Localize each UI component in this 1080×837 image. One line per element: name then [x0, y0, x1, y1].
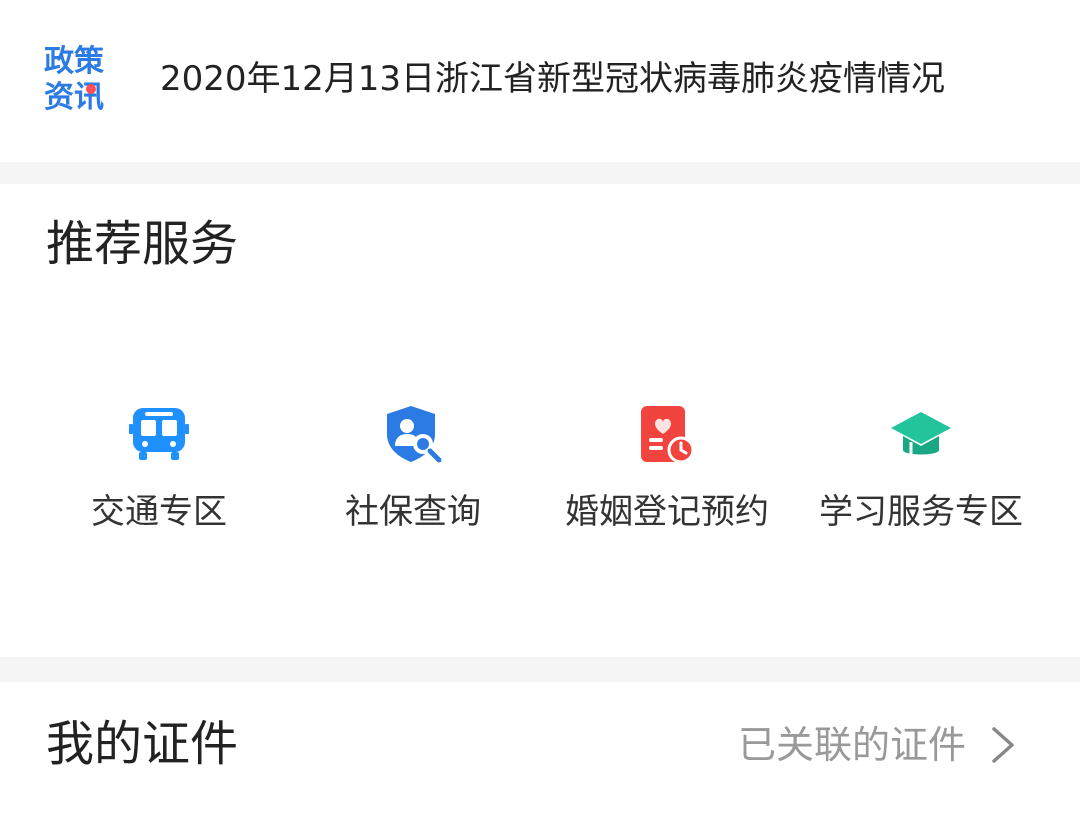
linked-certificates-link[interactable]: 已关联的证件: [738, 720, 1018, 770]
services-grid: 交通专区 社保查询 婚姻登记预约 学习服务专区: [0, 402, 1080, 542]
chevron-right-icon: [992, 727, 1014, 763]
certificates-title: 我的证件: [46, 716, 239, 772]
service-item-social-security[interactable]: 社保查询: [278, 402, 548, 542]
graduation-cap-icon: [891, 412, 951, 455]
service-item-learning[interactable]: 学习服务专区: [786, 402, 1056, 542]
service-label: 学习服务专区: [819, 492, 1023, 532]
shield-search-icon: [387, 406, 442, 463]
bus-icon: [129, 408, 189, 460]
linked-certificates-label: 已关联的证件: [737, 723, 966, 767]
news-headline[interactable]: 2020年12月13日浙江省新型冠状病毒肺炎疫情情况: [160, 56, 945, 102]
news-banner[interactable]: 政策 资讯 2020年12月13日浙江省新型冠状病毒肺炎疫情情况: [0, 0, 1080, 162]
service-label: 婚姻登记预约: [565, 492, 769, 532]
logo-dot: [86, 84, 96, 94]
logo-line-2: 资讯: [44, 80, 104, 115]
service-label: 交通专区: [91, 492, 227, 532]
policy-news-logo: 政策 资讯: [44, 44, 116, 120]
heart-calendar-icon: [641, 406, 695, 464]
service-label: 社保查询: [345, 492, 481, 532]
my-certificates-section: 我的证件 已关联的证件: [0, 682, 1080, 837]
recommended-services-section: 推荐服务 交通专区 社保查询 婚姻登记预约 学习服务专区: [0, 184, 1080, 657]
logo-line-1: 政策: [44, 44, 104, 79]
service-item-marriage-registration[interactable]: 婚姻登记预约: [532, 402, 802, 542]
services-title: 推荐服务: [46, 216, 239, 272]
service-item-traffic[interactable]: 交通专区: [24, 402, 294, 542]
